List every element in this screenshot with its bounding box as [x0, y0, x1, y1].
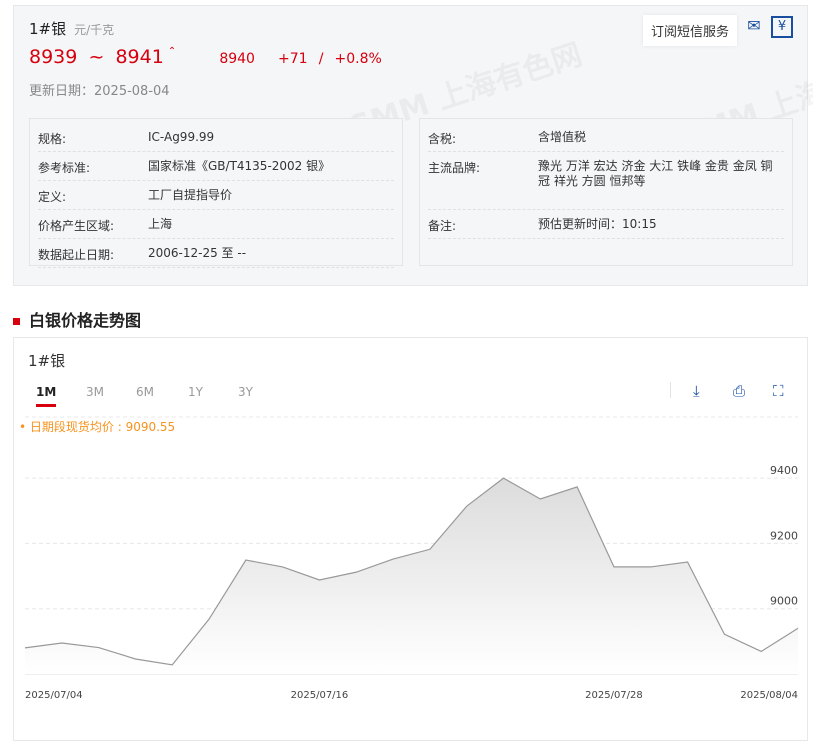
y-tick-label: 9400 — [770, 464, 798, 477]
spec-key: 数据起止日期: — [38, 248, 115, 262]
spec-row: 含税: 含增值税 — [428, 123, 784, 152]
product-name: 1#银 — [29, 20, 67, 38]
spec-row: 规格: IC-Ag99.99 — [38, 123, 394, 152]
spec-row: 定义: 工厂自提指导价 — [38, 181, 394, 210]
tab-3m[interactable]: 3M — [86, 385, 104, 399]
spec-key: 规格: — [38, 132, 67, 146]
price-calendar-icon[interactable]: ¥ — [771, 16, 793, 38]
spec-table-left: 规格: IC-Ag99.99 参考标准: 国家标准《GB/T4135-2002 银》定… — [29, 118, 403, 268]
separator: / — [318, 51, 324, 67]
spec-row: 价格产生区域: 上海 — [38, 210, 394, 239]
update-date: 更新日期：2025-08-04 — [29, 84, 170, 99]
spec-key: 主流品牌: — [428, 161, 481, 175]
print-icon[interactable]: ⎙ — [733, 382, 745, 400]
spec-key: 参考标准: — [38, 161, 91, 175]
average-price-label: • 日期段现货均价 : 9090.55 — [19, 420, 176, 434]
y-tick-label: 9000 — [770, 595, 798, 608]
x-tick-label: 2025/08/04 — [740, 690, 798, 701]
price-high: 8941 — [115, 46, 164, 68]
x-tick-label: 2025/07/04 — [25, 690, 83, 701]
spec-key: 备注: — [428, 219, 457, 233]
product-title: 1#银 元/千克 — [29, 18, 114, 39]
price-chart-panel: 88009000920094002025/07/042025/07/162025… — [13, 337, 808, 741]
section-title-text: 白银价格走势图 — [29, 311, 142, 330]
spec-key: 定义: — [38, 190, 67, 204]
spec-row: 备注: 预估更新时间：10:15 — [428, 210, 784, 239]
price-chart: 88009000920094002025/07/042025/07/162025… — [24, 416, 799, 701]
x-tick-label: 2025/07/28 — [585, 690, 643, 701]
subscribe-sms-button[interactable]: 订阅短信服务 — [642, 15, 737, 46]
section-marker — [13, 318, 20, 325]
section-title: 白银价格走势图 — [13, 307, 141, 331]
price-low: 8939 — [29, 46, 78, 68]
tab-1m[interactable]: 1M — [36, 385, 57, 407]
spec-value: 上海 — [148, 217, 173, 231]
up-arrow-icon: ⌃ — [167, 46, 177, 57]
spec-row: 参考标准: 国家标准《GB/T4135-2002 银》 — [38, 152, 394, 181]
tab-3y[interactable]: 3Y — [238, 385, 253, 399]
spec-table-right: 含税: 含增值税主流品牌: 豫光 万洋 宏达 济金 大江 铁峰 金贵 金凤 铜冠 祥… — [419, 118, 793, 266]
toolbar-divider — [670, 382, 671, 398]
spec-value: IC-Ag99.99 — [148, 130, 215, 144]
change-percent: +0.8% — [334, 51, 382, 67]
spec-value: 豫光 万洋 宏达 济金 大江 铁峰 金贵 金凤 铜冠 祥光 方圆 恒邦等 — [538, 159, 773, 188]
avg-price: 8940 — [219, 51, 255, 67]
price-change: +71 — [278, 51, 308, 67]
x-tick-label: 2025/07/16 — [291, 690, 349, 701]
tab-1y[interactable]: 1Y — [188, 385, 203, 399]
spec-value: 工厂自提指导价 — [148, 188, 233, 202]
price-summary-panel: SMM 上海有色网 SMM 上海有色网 1#银元/千克 8939 ~ 8941⌃… — [13, 5, 813, 286]
unit-label: 元/千克 — [74, 23, 115, 37]
spec-value: 含增值税 — [538, 130, 587, 144]
spec-value: 国家标准《GB/T4135-2002 银》 — [148, 159, 331, 173]
spec-row: 主流品牌: 豫光 万洋 宏达 济金 大江 铁峰 金贵 金凤 铜冠 祥光 方圆 恒邦… — [428, 152, 784, 210]
download-image-icon[interactable]: ⤓ — [693, 382, 700, 400]
chart-title: 1#银 — [28, 352, 66, 370]
spec-value: 预估更新时间：10:15 — [538, 217, 657, 231]
spec-row: 数据起止日期: 2006-12-25 至 -- — [38, 239, 394, 268]
spec-key: 价格产生区域: — [38, 219, 115, 233]
price-line: 8939 ~ 8941 ⌃ 8940 +71 / +0.8% — [29, 46, 382, 68]
spec-key: 含税: — [428, 132, 457, 146]
tab-6m[interactable]: 6M — [136, 385, 154, 399]
y-tick-label: 9200 — [770, 529, 798, 542]
mail-icon[interactable]: ✉ — [743, 16, 765, 38]
spec-value: 2006-12-25 至 -- — [148, 246, 247, 260]
tilde: ~ — [88, 46, 105, 68]
area-fill — [25, 478, 798, 674]
fullscreen-icon[interactable]: ⛶ — [773, 382, 784, 400]
